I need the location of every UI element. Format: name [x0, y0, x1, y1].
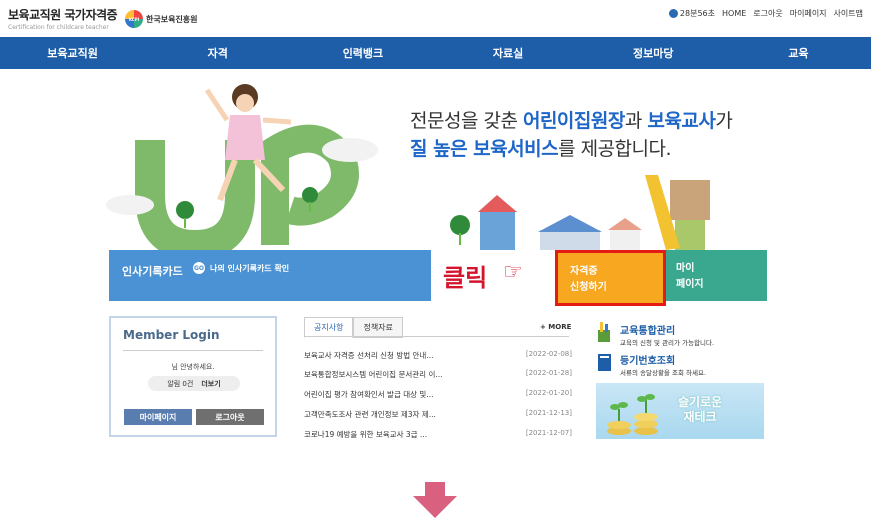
hero-text: 전문성을 갖춘 [410, 110, 523, 132]
tab-policy[interactable]: 정책자료 [353, 317, 403, 338]
list-item[interactable]: 어린이집 평가 참여확인서 발급 대상 및... [2022-01-20] [304, 389, 572, 400]
kcpi-emblem-icon: KCPI [125, 10, 143, 28]
divider [304, 336, 569, 337]
login-greeting: 님 안녕하세요. [171, 363, 215, 371]
book-icon [598, 354, 611, 371]
hero-text: 를 제공합니다. [558, 138, 672, 160]
list-item[interactable]: 코로나19 예방을 위한 보육교사 3급 ... [2021-12-07] [304, 429, 572, 440]
mypage-button[interactable]: 마이페이지 [124, 409, 192, 425]
divider [123, 350, 263, 351]
tab-notices[interactable]: 공지사항 [304, 317, 354, 338]
coins-plant-icon [607, 394, 658, 435]
site-logo[interactable]: 보육교직원 국가자격증 Certification for childcare … [8, 6, 118, 31]
nav-item-info[interactable]: 정보마당 [581, 37, 726, 69]
hero-text: 가 [715, 110, 733, 132]
personnel-card-sub: 나의 인사기록카드 확인 [210, 264, 290, 273]
main-nav: 보육교직원 자격 인력뱅크 자료실 정보마당 교육 [0, 37, 871, 69]
partner-logo[interactable]: KCPI 한국보육진흥원 [125, 10, 198, 28]
login-title: Member Login [123, 328, 220, 342]
hero-illustration [106, 84, 378, 250]
notice-date: [2021-12-07] [525, 429, 572, 437]
pointing-hand-icon: ☞ [503, 260, 523, 285]
notice-title: 코로나19 예방을 위한 보육교사 3급 ... [304, 430, 428, 439]
nav-item-library[interactable]: 자료실 [436, 37, 581, 69]
notice-title: 어린이집 평가 참여확인서 발급 대상 및... [304, 390, 434, 399]
finance-ad-text: 슬기로운 재테크 [678, 395, 723, 424]
page: 보육교직원 국가자격증 Certification for childcare … [0, 0, 871, 520]
apply-certificate-button[interactable]: 자격증 신청하기 [555, 250, 666, 306]
personnel-card-label: 인사기록카드 [122, 265, 183, 278]
hero-highlight-service: 질 높은 보육서비스 [410, 138, 559, 160]
kcpi-mark-text: KCPI [128, 16, 140, 22]
registered-mail-lookup-title: 등기번호조회 [620, 356, 676, 367]
hero-headline-line2: 질 높은 보육서비스를 제공합니다. [410, 134, 672, 161]
registered-mail-lookup-desc: 서류의 송달상황을 조회 하세요. [620, 369, 707, 377]
registered-mail-lookup-link[interactable]: 등기번호조회 서류의 송달상황을 조회 하세요. [596, 352, 706, 377]
alert-pill[interactable]: 알림 0건 더보기 [148, 376, 240, 391]
down-arrow-icon [413, 482, 457, 518]
go-badge: GO [193, 262, 205, 274]
notice-tabs: 공지사항 정책자료 [304, 317, 403, 338]
notice-title: 보육통합정보시스템 어린이집 문서관리 이... [304, 370, 443, 379]
partner-name: 한국보육진흥원 [146, 14, 198, 24]
hero-highlight-director: 어린이집원장 [522, 110, 625, 132]
click-annotation: 클릭 [443, 264, 488, 292]
list-item[interactable]: 보육교사 자격증 선처리 신청 방법 안내... [2022-02-08] [304, 350, 572, 361]
utility-link-mypage[interactable]: 마이페이지 [790, 8, 827, 19]
more-link[interactable]: + MORE [540, 323, 571, 331]
education-management-title: 교육통합관리 [620, 326, 676, 337]
nav-item-education[interactable]: 교육 [726, 37, 871, 69]
education-management-link[interactable]: 교육통합관리 교육의 신청 및 관리가 가능합니다. [596, 322, 714, 347]
hero-highlight-teacher: 보육교사 [647, 110, 716, 132]
notice-date: [2022-01-20] [525, 389, 572, 397]
mypage-banner[interactable]: 마이 페이지 [666, 250, 767, 301]
nav-item-jobbank[interactable]: 인력뱅크 [290, 37, 435, 69]
clock-icon [668, 9, 678, 18]
notice-date: [2021-12-13] [525, 409, 572, 417]
alert-count: 알림 0건 [167, 379, 194, 388]
utility-nav: 28분56초 HOME 로그아웃 마이페이지 사이트맵 [668, 8, 863, 19]
utility-link-logout[interactable]: 로그아웃 [753, 8, 782, 19]
education-management-desc: 교육의 신청 및 관리가 가능합니다. [620, 339, 715, 347]
list-item[interactable]: 보육통합정보시스템 어린이집 문서관리 이... [2022-01-28] [304, 369, 572, 380]
notice-title: 보육교사 자격증 선처리 신청 방법 안내... [304, 351, 434, 360]
finance-ad-banner[interactable]: 슬기로운 재테크 [596, 383, 764, 439]
nav-item-staff[interactable]: 보육교직원 [0, 37, 145, 69]
logout-button[interactable]: 로그아웃 [196, 409, 264, 425]
list-item[interactable]: 고객만족도조사 관련 개인정보 제3자 제... [2021-12-13] [304, 409, 572, 420]
nav-item-qualification[interactable]: 자격 [145, 37, 290, 69]
logo-subtitle: Certification for childcare teacher [8, 24, 109, 31]
apply-certificate-label: 자격증 신청하기 [570, 266, 607, 293]
logo-title: 보육교직원 국가자격증 [8, 8, 118, 22]
session-timer: 28분56초 [668, 8, 715, 19]
notice-title: 고객만족도조사 관련 개인정보 제3자 제... [304, 410, 436, 419]
hero-headline-line1: 전문성을 갖춘 어린이집원장과 보육교사가 [410, 106, 733, 133]
utility-link-home[interactable]: HOME [722, 9, 746, 18]
personnel-card-banner[interactable]: 인사기록카드 GO 나의 인사기록카드 확인 [109, 250, 431, 301]
notice-date: [2022-01-28] [525, 369, 572, 377]
notice-date: [2022-02-08] [525, 350, 572, 358]
pencil-cup-icon [598, 322, 610, 342]
timer-text: 28분56초 [679, 9, 715, 18]
utility-link-sitemap[interactable]: 사이트맵 [834, 8, 863, 19]
mypage-banner-label: 마이 페이지 [676, 263, 704, 290]
member-login-box: Member Login 님 안녕하세요. 알림 0건 더보기 마이페이지 로그… [109, 316, 277, 437]
village-illustration [450, 175, 710, 250]
hero-text: 과 [624, 110, 648, 132]
alert-more-link[interactable]: 더보기 [201, 379, 220, 389]
